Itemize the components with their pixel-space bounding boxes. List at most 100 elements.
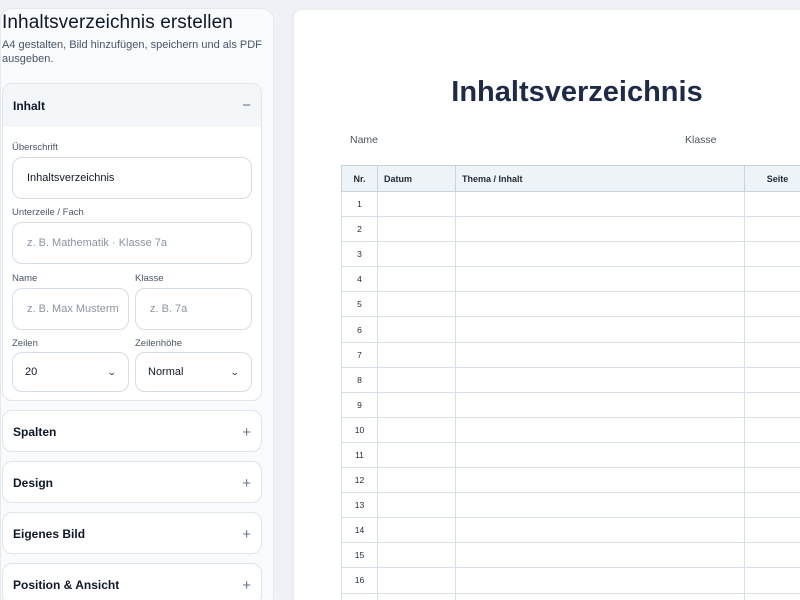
app-subtitle: A4 gestalten, Bild hinzufügen, speichern… (2, 39, 262, 65)
page-cell[interactable] (744, 592, 800, 600)
table-row: 15 (341, 542, 800, 569)
topic-cell[interactable] (455, 567, 745, 594)
row-number: 7 (341, 341, 378, 368)
name-label: Name (12, 273, 38, 284)
date-cell[interactable] (377, 391, 456, 418)
topic-cell[interactable] (455, 190, 745, 218)
page-cell[interactable] (744, 316, 800, 343)
rows-select[interactable]: 20 ⌄ (12, 352, 129, 392)
row-number: 17 (341, 592, 378, 600)
date-cell[interactable] (377, 291, 456, 318)
row-number: 8 (341, 366, 378, 393)
row-number: 1 (341, 190, 378, 218)
table-row: 10 (341, 416, 800, 443)
row-number: 2 (341, 216, 378, 243)
date-cell[interactable] (377, 492, 456, 519)
topic-cell[interactable] (455, 216, 745, 243)
row-number: 4 (341, 266, 378, 293)
chevron-down-icon: ⌄ (230, 366, 241, 377)
topic-cell[interactable] (455, 241, 745, 268)
date-cell[interactable] (377, 441, 456, 469)
date-cell[interactable] (377, 341, 456, 368)
subline-input[interactable]: z. B. Mathematik · Klasse 7a (12, 222, 252, 264)
date-cell[interactable] (377, 216, 456, 243)
document-class-label: Klasse (685, 134, 717, 146)
topic-cell[interactable] (455, 517, 745, 544)
panel-columns[interactable]: Spalten + (2, 410, 262, 452)
header-nr: Nr. (341, 165, 378, 192)
document-name-label: Name (350, 134, 379, 146)
expand-icon[interactable]: + (242, 425, 251, 440)
panel-position[interactable]: Position & Ansicht + (2, 563, 262, 600)
panel-content-title: Inhalt (13, 98, 45, 113)
panel-position-title: Position & Ansicht (13, 578, 120, 592)
expand-icon[interactable]: + (242, 527, 251, 542)
table-row: 14 (341, 517, 800, 544)
table-row: 3 (341, 241, 800, 268)
page-cell[interactable] (744, 391, 800, 418)
page-cell[interactable] (744, 341, 800, 368)
date-cell[interactable] (377, 467, 456, 494)
topic-cell[interactable] (455, 291, 745, 318)
date-cell[interactable] (377, 241, 456, 268)
topic-cell[interactable] (455, 467, 745, 494)
date-cell[interactable] (377, 190, 456, 218)
topic-cell[interactable] (455, 266, 745, 293)
topic-cell[interactable] (455, 492, 745, 519)
rowheight-select[interactable]: Normal ⌄ (135, 352, 252, 392)
topic-cell[interactable] (455, 416, 745, 443)
page-cell[interactable] (744, 492, 800, 519)
topic-cell[interactable] (455, 391, 745, 418)
expand-icon[interactable]: + (242, 578, 251, 593)
rows-label: Zeilen (12, 338, 38, 349)
row-number: 10 (341, 416, 378, 443)
date-cell[interactable] (377, 592, 456, 600)
page-cell[interactable] (744, 216, 800, 243)
topic-cell[interactable] (455, 592, 745, 600)
date-cell[interactable] (377, 416, 456, 443)
page-cell[interactable] (744, 416, 800, 443)
page-cell[interactable] (744, 542, 800, 569)
chevron-down-icon: ⌄ (107, 366, 118, 377)
date-cell[interactable] (377, 316, 456, 343)
table-row: 9 (341, 391, 800, 418)
name-input[interactable]: z. B. Max Musterm (12, 288, 129, 330)
page-cell[interactable] (744, 241, 800, 268)
table-row: 8 (341, 366, 800, 393)
row-number: 15 (341, 542, 378, 569)
page-cell[interactable] (744, 517, 800, 544)
page-cell[interactable] (744, 366, 800, 393)
topic-cell[interactable] (455, 366, 745, 393)
date-cell[interactable] (377, 366, 456, 393)
table-row: 5 (341, 291, 800, 318)
date-cell[interactable] (377, 542, 456, 569)
page-cell[interactable] (744, 266, 800, 293)
page-cell[interactable] (744, 291, 800, 318)
page-cell[interactable] (744, 467, 800, 494)
topic-cell[interactable] (455, 441, 745, 469)
date-cell[interactable] (377, 567, 456, 594)
expand-icon[interactable]: + (242, 476, 251, 491)
collapse-icon[interactable]: − (242, 98, 251, 113)
topic-cell[interactable] (455, 341, 745, 368)
heading-input[interactable]: Inhaltsverzeichnis (12, 157, 252, 199)
class-input[interactable]: z. B. 7a (135, 288, 252, 330)
date-cell[interactable] (377, 517, 456, 544)
topic-cell[interactable] (455, 542, 745, 569)
panel-content-header[interactable]: Inhalt − (3, 84, 261, 127)
toc-table: Nr. Datum Thema / Inhalt Seite 123456789… (341, 165, 800, 600)
row-number: 14 (341, 517, 378, 544)
page-cell[interactable] (744, 441, 800, 469)
page-cell[interactable] (744, 567, 800, 594)
topic-cell[interactable] (455, 316, 745, 343)
panel-image[interactable]: Eigenes Bild + (2, 512, 262, 554)
table-row: 12 (341, 467, 800, 494)
date-cell[interactable] (377, 266, 456, 293)
panel-design[interactable]: Design + (2, 461, 262, 503)
page-cell[interactable] (744, 190, 800, 218)
toc-body: 1234567891011121314151617 (341, 190, 800, 600)
class-label: Klasse (135, 273, 164, 284)
row-number: 5 (341, 291, 378, 318)
subline-label: Unterzeile / Fach (12, 207, 84, 218)
table-row: 2 (341, 216, 800, 243)
